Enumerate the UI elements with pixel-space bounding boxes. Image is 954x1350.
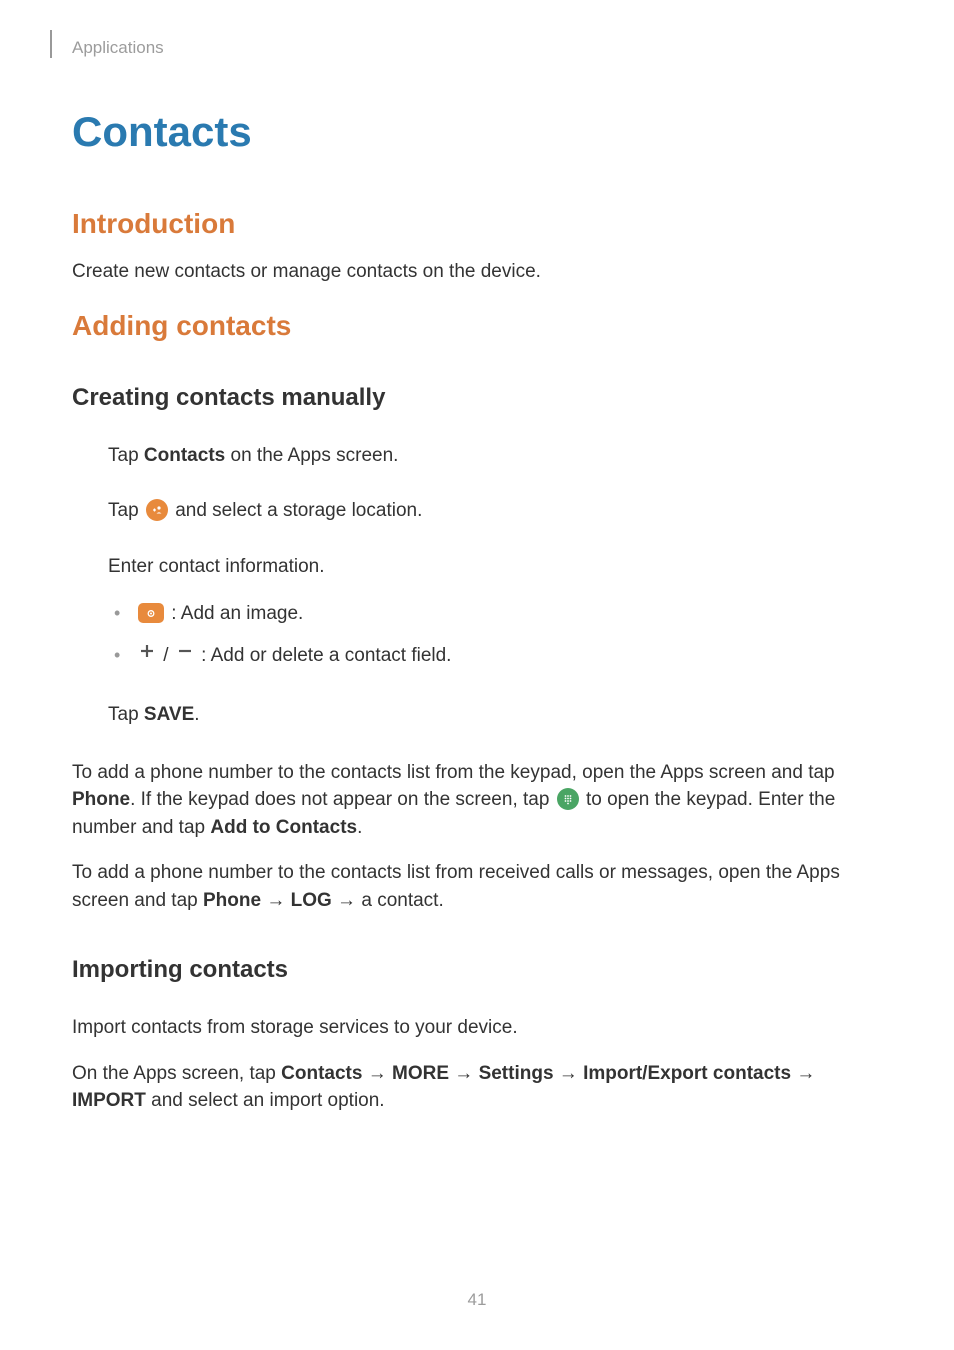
p1-d: . bbox=[357, 817, 362, 838]
camera-icon bbox=[138, 603, 164, 623]
breadcrumb: Applications bbox=[72, 38, 882, 58]
importing-body-1: Import contacts from storage services to… bbox=[72, 1014, 882, 1042]
add-contact-icon bbox=[146, 499, 168, 521]
subsection-creating-title: Creating contacts manually bbox=[72, 384, 882, 412]
p1-a: To add a phone number to the contacts li… bbox=[72, 762, 835, 783]
p2-a: To add a phone number to the contacts li… bbox=[72, 862, 840, 911]
imp-ar1: → bbox=[362, 1063, 392, 1084]
step-1-bold: Contacts bbox=[144, 445, 225, 466]
p1-bold2: Add to Contacts bbox=[210, 817, 357, 838]
step-2-text-post: and select a storage location. bbox=[170, 500, 422, 521]
imp-b5: IMPORT bbox=[72, 1090, 146, 1111]
plus-icon bbox=[138, 639, 156, 671]
step-1-text-pre: Tap bbox=[108, 445, 144, 466]
p1-bold1: Phone bbox=[72, 789, 130, 810]
step-3: Enter contact information. : Add an imag… bbox=[108, 553, 882, 673]
header-divider bbox=[50, 30, 52, 58]
after-step-paragraph-1: To add a phone number to the contacts li… bbox=[72, 759, 882, 842]
sub-bullet-2-text: : Add or delete a contact field. bbox=[196, 646, 452, 667]
page-content: Contacts Introduction Create new contact… bbox=[72, 108, 882, 1115]
step-1-text-post: on the Apps screen. bbox=[225, 445, 398, 466]
page-number: 41 bbox=[0, 1290, 954, 1310]
p2-arrow2: → bbox=[332, 890, 362, 911]
p2-b: a contact. bbox=[361, 890, 443, 911]
step-1: Tap Contacts on the Apps screen. bbox=[108, 442, 882, 470]
steps-list: Tap Contacts on the Apps screen. Tap and… bbox=[108, 442, 882, 729]
sub-bullet-list: : Add an image. / : Add or delete a cont… bbox=[108, 598, 882, 673]
imp-c: and select an import option. bbox=[146, 1090, 385, 1111]
section-introduction-title: Introduction bbox=[72, 208, 882, 240]
subsection-importing-title: Importing contacts bbox=[72, 956, 882, 984]
section-adding-title: Adding contacts bbox=[72, 310, 882, 342]
sub-bullet-1: : Add an image. bbox=[108, 598, 882, 630]
imp-b4: Import/Export contacts bbox=[583, 1063, 791, 1084]
imp-ar3: → bbox=[554, 1063, 584, 1084]
page-title: Contacts bbox=[72, 108, 882, 156]
imp-b3: Settings bbox=[479, 1063, 554, 1084]
imp-a: On the Apps screen, tap bbox=[72, 1063, 281, 1084]
imp-ar2: → bbox=[449, 1063, 479, 1084]
imp-b2: MORE bbox=[392, 1063, 449, 1084]
sub-bullet-1-text: : Add an image. bbox=[166, 603, 303, 624]
step-4: Tap SAVE. bbox=[108, 701, 882, 729]
imp-ar4: → bbox=[791, 1063, 815, 1084]
after-step-paragraph-2: To add a phone number to the contacts li… bbox=[72, 859, 882, 914]
bullet2-separator: / bbox=[158, 646, 174, 667]
p1-b: . If the keypad does not appear on the s… bbox=[130, 789, 555, 810]
p2-bold2: LOG bbox=[291, 890, 332, 911]
p2-bold1: Phone bbox=[203, 890, 261, 911]
intro-body: Create new contacts or manage contacts o… bbox=[72, 258, 882, 286]
step-3-text: Enter contact information. bbox=[108, 556, 325, 577]
step-2: Tap and select a storage location. bbox=[108, 497, 882, 525]
step-2-text-pre: Tap bbox=[108, 500, 144, 521]
step-4-bold: SAVE bbox=[144, 704, 194, 725]
keypad-icon bbox=[557, 788, 579, 810]
step-4-text-post: . bbox=[194, 704, 199, 725]
imp-b1: Contacts bbox=[281, 1063, 362, 1084]
minus-icon bbox=[176, 639, 194, 671]
p2-arrow1: → bbox=[261, 890, 291, 911]
step-4-text-pre: Tap bbox=[108, 704, 144, 725]
importing-body-2: On the Apps screen, tap Contacts → MORE … bbox=[72, 1060, 882, 1115]
sub-bullet-2: / : Add or delete a contact field. bbox=[108, 640, 882, 672]
